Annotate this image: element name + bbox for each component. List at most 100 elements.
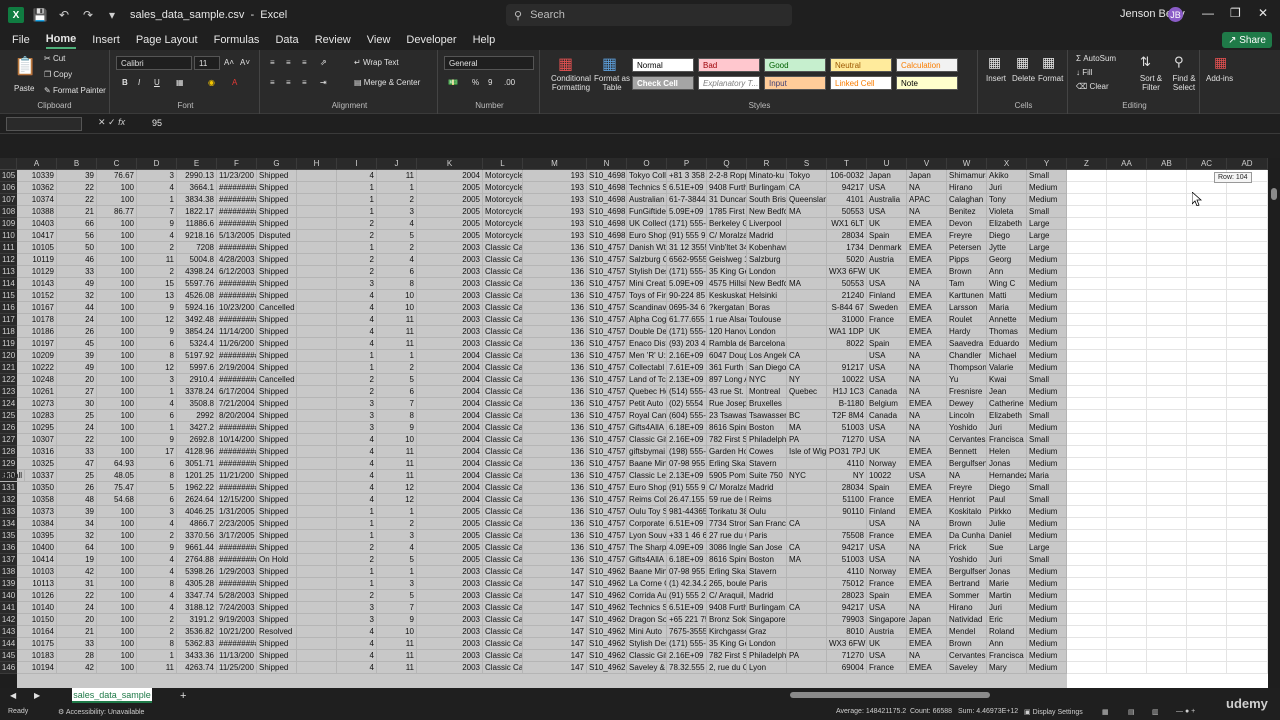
cell[interactable]: 4 [137, 518, 177, 530]
cell[interactable]: Jonas [987, 458, 1027, 470]
cell[interactable]: 4 [337, 638, 377, 650]
cell[interactable]: EMEA [907, 302, 947, 314]
cell[interactable]: Kirchgasse 6 [707, 626, 747, 638]
cell[interactable]: Tam [947, 278, 987, 290]
cell[interactable]: NA [907, 206, 947, 218]
cell[interactable]: Austria [867, 254, 907, 266]
cell[interactable]: 44 [57, 302, 97, 314]
cell[interactable]: 1 [377, 506, 417, 518]
cell[interactable]: Australia [867, 194, 907, 206]
cell[interactable]: Erling Skakkes gate 78 [707, 566, 747, 578]
cell[interactable]: 147 [523, 662, 587, 674]
cell[interactable]: Dewey [947, 398, 987, 410]
cell[interactable]: FunGiftide [627, 206, 667, 218]
cell[interactable]: 79903 [827, 614, 867, 626]
style-check-cell[interactable]: Check Cell [632, 76, 694, 90]
row-header[interactable]: 106 [0, 182, 17, 194]
cell[interactable]: 4 [337, 170, 377, 182]
cell[interactable]: Elizabeth [987, 410, 1027, 422]
row-header[interactable]: 118 [0, 326, 17, 338]
cell[interactable]: New Bedfc [747, 278, 787, 290]
cell[interactable]: MA [787, 554, 827, 566]
column-header-y[interactable]: Y [1027, 158, 1067, 170]
cell[interactable]: USA [867, 374, 907, 386]
cell[interactable]: S10_4757 [587, 410, 627, 422]
cell[interactable]: S10_4698 [587, 182, 627, 194]
cell[interactable]: 5 [377, 374, 417, 386]
cell[interactable]: Shipped [257, 218, 297, 230]
cell[interactable]: 4866.7 [177, 518, 217, 530]
empty-cell[interactable] [1227, 638, 1268, 650]
empty-cell[interactable] [1187, 362, 1227, 374]
cell[interactable]: 48 [57, 494, 97, 506]
cell[interactable]: 26 [57, 482, 97, 494]
empty-cell[interactable] [1067, 614, 1107, 626]
cell[interactable]: 3 [337, 614, 377, 626]
cell[interactable]: 5/28/2003 [217, 590, 257, 602]
cell[interactable]: Queenslan [787, 194, 827, 206]
cell[interactable]: Medium [1027, 650, 1067, 662]
column-header-o[interactable]: O [627, 158, 667, 170]
cell[interactable]: S10_4962 [587, 614, 627, 626]
cell[interactable]: Valarie [987, 362, 1027, 374]
empty-cell[interactable] [1187, 206, 1227, 218]
cell[interactable]: 5 [377, 554, 417, 566]
cell[interactable]: 4575 Hillside Dr. [707, 278, 747, 290]
cell[interactable]: 193 [523, 230, 587, 242]
cell[interactable]: S10_4757 [587, 290, 627, 302]
empty-cell[interactable] [1187, 386, 1227, 398]
cell[interactable]: Isle of Wig [787, 446, 827, 458]
column-header-m[interactable]: M [523, 158, 587, 170]
cell[interactable]: 1 [337, 578, 377, 590]
cell[interactable]: Shipped [257, 182, 297, 194]
empty-cell[interactable] [1227, 206, 1268, 218]
cell[interactable]: Elizabeth [987, 218, 1027, 230]
cell[interactable]: (91) 555 2 [667, 590, 707, 602]
cell[interactable]: 33 [57, 266, 97, 278]
cell[interactable]: 100 [97, 362, 137, 374]
cell[interactable]: Thompson [947, 362, 987, 374]
empty-cell[interactable] [1187, 434, 1227, 446]
cell[interactable]: 147 [523, 650, 587, 662]
empty-cell[interactable] [1067, 434, 1107, 446]
cell[interactable]: USA [867, 602, 907, 614]
cell[interactable]: Classic Cars [483, 362, 523, 374]
cell[interactable]: 100 [97, 254, 137, 266]
cell[interactable]: 106-0032 [827, 170, 867, 182]
cell[interactable] [787, 494, 827, 506]
cell[interactable]: 10273 [17, 398, 57, 410]
cell[interactable]: 28023 [827, 590, 867, 602]
page-break-icon[interactable]: ▥ [1152, 708, 1159, 716]
cell[interactable]: 59 rue de l'Abbaye [707, 494, 747, 506]
cell[interactable]: EMEA [907, 482, 947, 494]
cell[interactable]: 6 [137, 338, 177, 350]
cell[interactable]: S10_4757 [587, 530, 627, 542]
cell[interactable]: S10_4757 [587, 422, 627, 434]
cell[interactable]: Shipped [257, 398, 297, 410]
cell[interactable]: Shipped [257, 350, 297, 362]
cell[interactable]: Technics S [627, 182, 667, 194]
cell[interactable] [297, 266, 337, 278]
delete-button[interactable]: Delete [1012, 74, 1035, 83]
empty-cell[interactable] [1107, 566, 1147, 578]
cell[interactable]: 2910.4 [177, 374, 217, 386]
cell[interactable]: 2003 [417, 650, 483, 662]
cell[interactable]: 1/29/2003 [217, 566, 257, 578]
cell[interactable]: 4305.28 [177, 578, 217, 590]
format-cells-icon[interactable]: ▦ [1042, 54, 1055, 71]
cell[interactable]: 11 [377, 650, 417, 662]
cell[interactable]: Jonas [987, 566, 1027, 578]
cell[interactable]: 2003 [417, 278, 483, 290]
cell[interactable]: Classic Cars [483, 566, 523, 578]
cell[interactable]: 100 [97, 626, 137, 638]
close-icon[interactable]: ✕ [1258, 6, 1268, 20]
cell[interactable]: 193 [523, 182, 587, 194]
empty-cell[interactable] [1187, 518, 1227, 530]
cell[interactable] [297, 638, 337, 650]
cell[interactable]: Bruxelles [747, 398, 787, 410]
cell[interactable]: (02) 5554 [667, 398, 707, 410]
cell[interactable]: 2.16E+09 [667, 350, 707, 362]
cell[interactable]: 10261 [17, 386, 57, 398]
cell[interactable]: NA [907, 374, 947, 386]
cell[interactable]: 100 [97, 182, 137, 194]
